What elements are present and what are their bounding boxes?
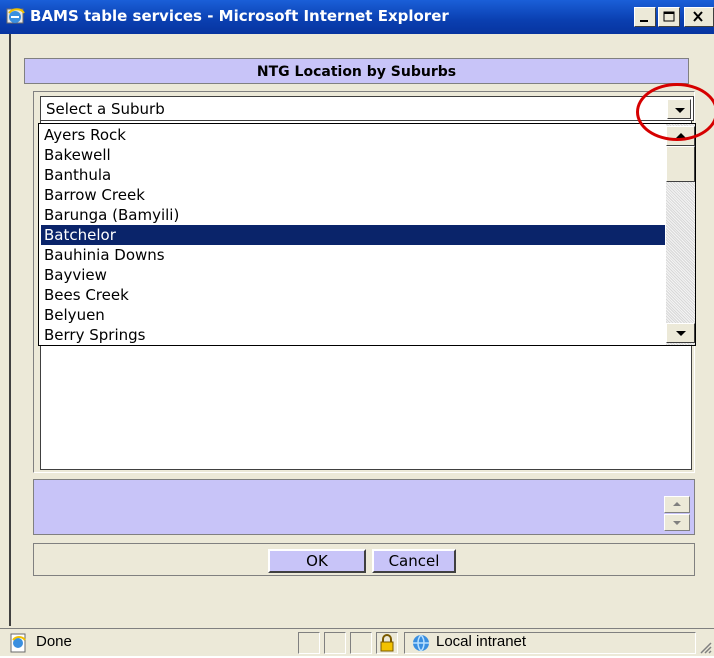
message-scrollbar[interactable]: [664, 496, 690, 532]
scroll-up-icon: [673, 502, 681, 506]
list-item[interactable]: Barunga (Bamyili): [41, 205, 665, 225]
message-scroll-down[interactable]: [664, 514, 690, 531]
security-cell: [376, 632, 398, 654]
browser-window: BAMS table services - Microsoft Internet…: [0, 0, 714, 656]
list-item-selected[interactable]: Batchelor: [41, 225, 665, 245]
suburb-dropdown-list[interactable]: Ayers Rock Bakewell Banthula Barrow Cree…: [38, 123, 696, 346]
lock-icon: [380, 634, 394, 652]
list-item[interactable]: Belyuen: [41, 305, 665, 325]
message-box: [33, 479, 695, 535]
annotation-circle: [636, 83, 714, 141]
list-item[interactable]: Banthula: [41, 165, 665, 185]
maximize-button[interactable]: [658, 7, 680, 27]
minimize-icon: [640, 20, 648, 22]
list-item[interactable]: Bayview: [41, 265, 665, 285]
status-text: Done: [36, 633, 72, 650]
list-scrollbar[interactable]: [666, 124, 695, 345]
ok-button[interactable]: OK: [268, 549, 366, 573]
list-item[interactable]: Berry Springs: [41, 325, 665, 345]
ie-icon: [6, 7, 26, 27]
status-bar: Done Local intranet: [0, 628, 714, 656]
message-scroll-up[interactable]: [664, 496, 690, 513]
title-bar[interactable]: BAMS table services - Microsoft Internet…: [0, 0, 714, 34]
cancel-button[interactable]: Cancel: [372, 549, 456, 573]
maximize-icon: [663, 11, 675, 22]
suburb-select[interactable]: Select a Suburb: [40, 96, 694, 121]
scroll-down-button[interactable]: [666, 323, 695, 343]
intranet-icon: [413, 634, 429, 652]
list-item[interactable]: Bakewell: [41, 145, 665, 165]
list-item[interactable]: Bauhinia Downs: [41, 245, 665, 265]
suburb-select-value: Select a Suburb: [46, 100, 165, 118]
status-cell: [350, 632, 372, 654]
scroll-down-icon: [676, 331, 686, 336]
minimize-button[interactable]: [634, 7, 656, 27]
list-item[interactable]: Barrow Creek: [41, 185, 665, 205]
close-button[interactable]: [684, 7, 714, 27]
dialog-header: NTG Location by Suburbs: [24, 58, 689, 84]
list-item[interactable]: Bees Creek: [41, 285, 665, 305]
zone-text: Local intranet: [436, 633, 527, 650]
resize-grip-icon[interactable]: [698, 639, 712, 658]
page-title: NTG Location by Suburbs: [256, 64, 457, 80]
status-cell: [298, 632, 320, 654]
status-cell: [324, 632, 346, 654]
close-icon: [693, 11, 703, 22]
list-item[interactable]: Ayers Rock: [41, 125, 665, 145]
scroll-down-icon: [673, 521, 681, 525]
window-title: BAMS table services - Microsoft Internet…: [30, 7, 449, 25]
scroll-thumb[interactable]: [666, 146, 695, 182]
page-icon: [8, 633, 30, 657]
